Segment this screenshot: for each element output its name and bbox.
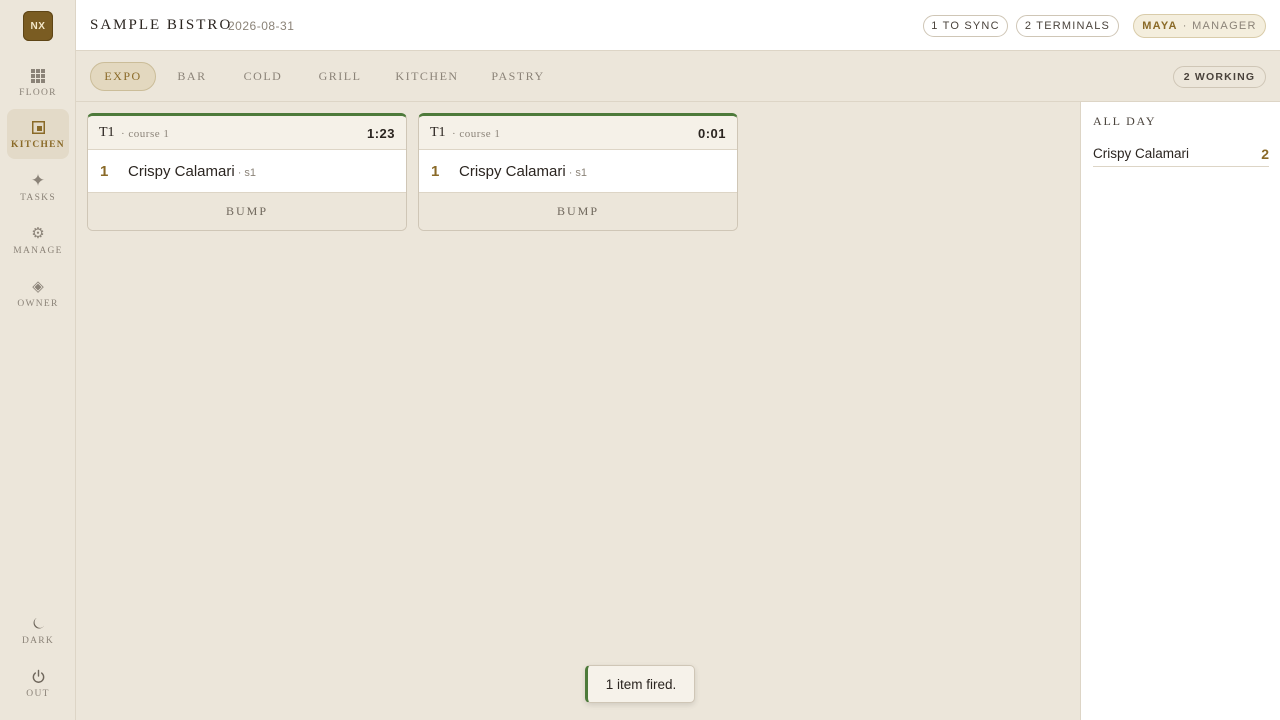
sidebar-item-tasks[interactable]: ✦ TASKS (7, 162, 69, 212)
ticket-course: · course 1 (452, 128, 501, 140)
user-name: MAYA (1142, 20, 1178, 32)
tab-kitchen[interactable]: KITCHEN (388, 62, 466, 91)
ticket-course: · course 1 (121, 128, 170, 140)
item-name: Crispy Calamari · s1 (459, 163, 587, 180)
terminals-badge[interactable]: 2 TERMINALS (1016, 15, 1119, 37)
sidebar: NX FLOOR KITCHEN ✦ TASKS ⚙ MANAGE ◈ OWNE… (0, 0, 76, 720)
ticket-item[interactable]: 1 Crispy Calamari · s1 (88, 150, 406, 193)
ticket-timer: 0:01 (697, 126, 726, 141)
item-quantity: 1 (431, 163, 440, 180)
sidebar-item-label: DARK (21, 635, 55, 646)
dark-mode-toggle[interactable]: DARK (7, 605, 69, 655)
ticket-header: T1 · course 1 0:01 (419, 116, 737, 150)
sidebar-item-label: OWNER (17, 298, 59, 309)
item-seat: · s1 (568, 167, 588, 179)
sidebar-item-label: KITCHEN (11, 139, 65, 150)
tab-bar[interactable]: BAR (169, 62, 215, 91)
tab-expo[interactable]: EXPO (90, 62, 156, 91)
bump-button[interactable]: BUMP (419, 193, 737, 230)
grid-icon (31, 67, 45, 85)
all-day-item-count: 2 (1261, 146, 1269, 162)
sparkle-icon: ✦ (30, 170, 46, 190)
all-day-row: Crispy Calamari 2 (1093, 142, 1269, 167)
working-count-badge: 2 WORKING (1173, 66, 1266, 88)
app-logo: NX (23, 11, 53, 41)
ticket-card: T1 · course 1 0:01 1 Crispy Calamari · s1… (418, 113, 738, 231)
sync-status-badge[interactable]: 1 TO SYNC (923, 15, 1008, 37)
ticket-card: T1 · course 1 1:23 1 Crispy Calamari · s1… (87, 113, 407, 231)
power-icon (31, 668, 46, 686)
item-quantity: 1 (100, 163, 109, 180)
sidebar-item-owner[interactable]: ◈ OWNER (7, 268, 69, 318)
diamond-icon: ◈ (32, 277, 44, 295)
ticket-item[interactable]: 1 Crispy Calamari · s1 (419, 150, 737, 193)
item-name-text: Crispy Calamari (128, 163, 235, 180)
item-name: Crispy Calamari · s1 (128, 163, 256, 180)
sidebar-item-floor[interactable]: FLOOR (7, 57, 69, 107)
sidebar-item-kitchen[interactable]: KITCHEN (7, 109, 69, 159)
item-name-text: Crispy Calamari (459, 163, 566, 180)
sidebar-item-label: MANAGE (13, 245, 63, 256)
ticket-table: T1 (99, 125, 115, 140)
all-day-title: ALL DAY (1093, 114, 1157, 128)
moon-icon (31, 615, 46, 633)
all-day-item-name: Crispy Calamari (1093, 146, 1190, 161)
ticket-header: T1 · course 1 1:23 (88, 116, 406, 150)
gear-icon: ⚙ (31, 224, 45, 242)
sidebar-item-label: FLOOR (19, 87, 57, 98)
user-role: · MANAGER (1182, 20, 1257, 32)
station-tabs: EXPO BAR COLD GRILL KITCHEN PASTRY 2 WOR… (76, 51, 1280, 102)
tab-cold[interactable]: COLD (234, 62, 292, 91)
ticket-table: T1 (430, 125, 446, 140)
item-seat: · s1 (237, 167, 257, 179)
bump-button[interactable]: BUMP (88, 193, 406, 230)
user-badge[interactable]: MAYA · MANAGER (1133, 14, 1266, 38)
toast-notification: 1 item fired. (585, 665, 695, 703)
sidebar-item-label: OUT (26, 688, 50, 699)
sidebar-item-manage[interactable]: ⚙ MANAGE (7, 215, 69, 265)
kitchen-icon (31, 119, 45, 137)
service-date: 2026-08-31 (228, 19, 295, 33)
restaurant-name: SAMPLE BISTRO (90, 17, 233, 33)
ticket-timer: 1:23 (366, 126, 395, 141)
tab-pastry[interactable]: PASTRY (484, 62, 552, 91)
logout-button[interactable]: OUT (7, 658, 69, 708)
top-header: SAMPLE BISTRO 2026-08-31 1 TO SYNC 2 TER… (76, 0, 1280, 51)
sidebar-item-label: TASKS (20, 192, 56, 203)
tab-grill[interactable]: GRILL (310, 62, 370, 91)
all-day-panel: ALL DAY Crispy Calamari 2 (1080, 102, 1280, 720)
